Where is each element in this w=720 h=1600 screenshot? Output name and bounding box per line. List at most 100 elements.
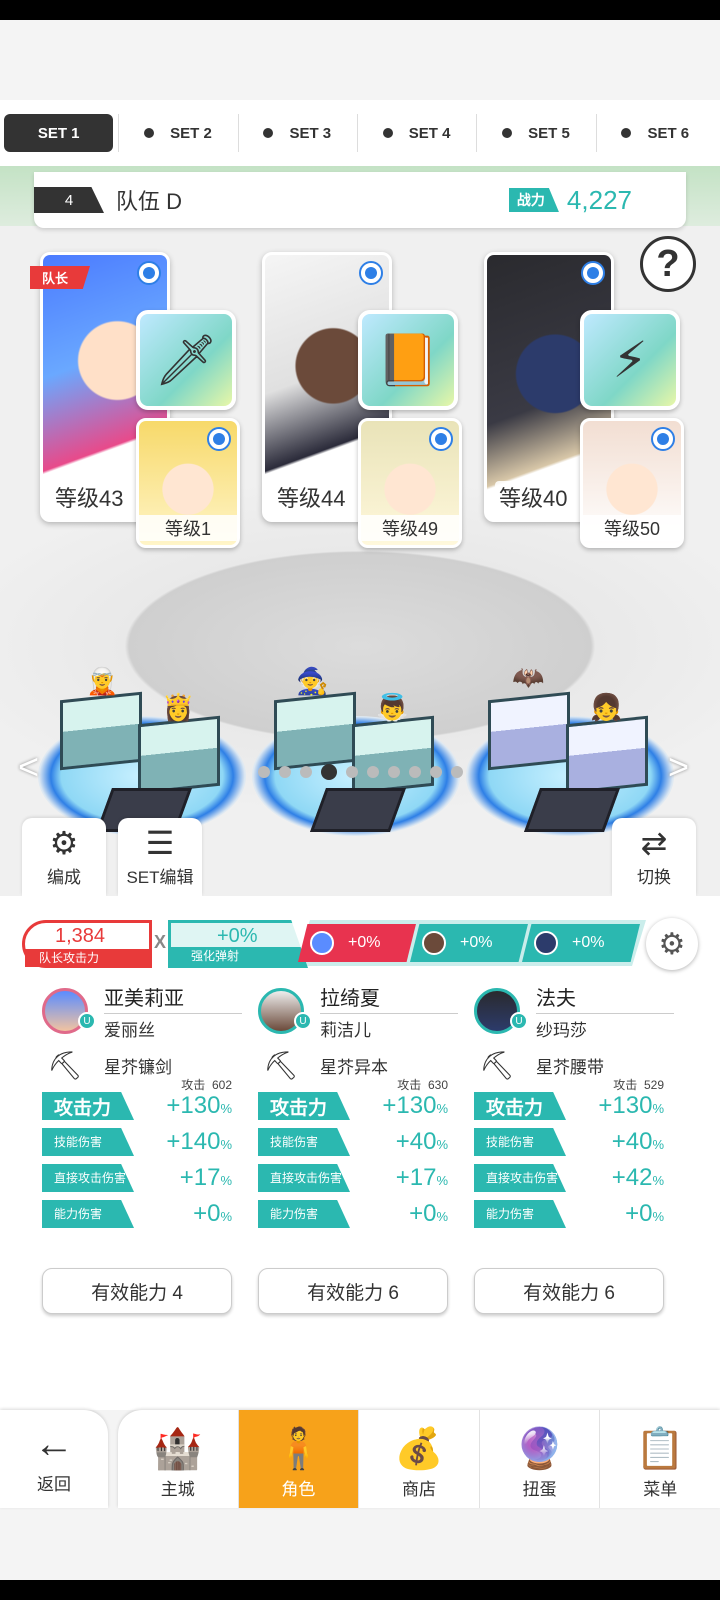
list-icon: ☰: [145, 824, 175, 861]
tab-set-2[interactable]: SET 2: [123, 114, 239, 152]
power-value: 4,227: [566, 184, 632, 215]
character-slot-3: 等级40 ⚡ 等级50: [484, 252, 694, 692]
sub-portrait[interactable]: 等级49: [358, 418, 462, 548]
boost-label: 强化弹射: [171, 947, 305, 965]
stat-value: +42%: [611, 1164, 664, 1191]
select-radio-icon[interactable]: [429, 427, 453, 451]
back-arrow-icon: ←: [34, 1421, 74, 1466]
set-edit-button[interactable]: ☰ SET编辑: [118, 818, 202, 896]
bonus-row: 1,384 队长攻击力 X +0% 强化弹射 +0% +0% +0% ⚙: [18, 918, 718, 970]
equip-name: 星芥异本: [320, 1057, 388, 1077]
select-radio-icon[interactable]: [581, 261, 605, 285]
page-dot[interactable]: [345, 766, 358, 778]
page-dot[interactable]: [320, 764, 337, 780]
page-dot[interactable]: [450, 766, 463, 778]
book-icon: 📙: [376, 331, 440, 388]
character-level: 等级43: [51, 481, 128, 513]
page-dot[interactable]: [299, 766, 312, 778]
multiply-mark: X: [154, 932, 167, 952]
equip-name: 星芥腰带: [536, 1057, 604, 1077]
tab-set-1[interactable]: SET 1: [4, 114, 120, 152]
pedestal-block: [138, 715, 220, 795]
dot-icon: [263, 128, 274, 138]
nav-item-gacha[interactable]: 🔮 扭蛋: [480, 1410, 600, 1508]
power-label: 战力: [508, 188, 559, 212]
equipment-slot[interactable]: 📙: [358, 310, 458, 410]
nav-item-town[interactable]: 🏰 主城: [118, 1410, 238, 1508]
party-scene: 4 队伍 D 战力 4,227 ? 队长 等级43 🗡 等级1 等级44 📙 等…: [0, 166, 720, 896]
page-dot[interactable]: [257, 766, 270, 778]
effective-ability-button-3[interactable]: 有效能力 6: [474, 1268, 664, 1314]
equipment-slot[interactable]: ⚡: [580, 310, 680, 410]
team-name[interactable]: 队伍 D: [116, 184, 509, 216]
leader-attack-value: 1,384: [55, 925, 106, 947]
formation-button[interactable]: ⚙ 编成: [22, 818, 106, 896]
shovel-icon: ⛏: [479, 1049, 515, 1081]
stat-value: +140%: [166, 1128, 232, 1155]
page-dot[interactable]: [278, 766, 291, 778]
switch-button[interactable]: ⇄ 切换: [612, 818, 696, 896]
page-dot[interactable]: [387, 766, 400, 778]
chip-value: +0%: [460, 934, 493, 951]
sub-portrait[interactable]: 等级1: [136, 418, 240, 548]
equipment-slot[interactable]: 🗡: [136, 310, 236, 410]
team-bar: 4 队伍 D 战力 4,227: [34, 172, 686, 228]
sword-icon: 🗡: [154, 331, 218, 388]
dot-icon: [502, 128, 513, 138]
select-radio-icon[interactable]: [137, 261, 161, 285]
set-tabs: SET 1 SET 2 SET 3 SET 4 SET 5 SET 6: [0, 100, 720, 166]
settings-button[interactable]: ⚙: [646, 918, 698, 970]
stat-value: +17%: [395, 1164, 448, 1191]
tab-set-3[interactable]: SET 3: [243, 114, 358, 152]
boost-value: +0%: [217, 925, 258, 947]
nav-label: 主城: [160, 1480, 195, 1499]
stat-value: +130%: [382, 1092, 448, 1119]
page-indicator: [0, 764, 720, 780]
nav-item-shop[interactable]: 💰 商店: [359, 1410, 479, 1508]
select-radio-icon[interactable]: [207, 427, 231, 451]
formation-label: 编成: [47, 867, 81, 887]
tab-set-5[interactable]: SET 5: [481, 114, 597, 152]
stat-label: 能力伤害: [474, 1200, 566, 1228]
shop-bag-icon: 💰: [394, 1427, 444, 1471]
select-radio-icon[interactable]: [651, 427, 675, 451]
back-button[interactable]: ← 返回: [0, 1410, 108, 1508]
tab-set-6[interactable]: SET 6: [601, 114, 710, 152]
belt-icon: ⚡: [612, 332, 648, 388]
stat-value: +40%: [611, 1128, 664, 1155]
set-edit-label: SET编辑: [126, 867, 194, 887]
tab-label: SET 4: [408, 124, 451, 142]
tab-label: SET 1: [37, 124, 80, 142]
nav-item-character[interactable]: 🧍 角色: [238, 1410, 359, 1508]
stat-label: 攻击力: [258, 1092, 350, 1120]
nav-item-menu[interactable]: 📋 菜单: [600, 1410, 720, 1508]
page-dot[interactable]: [429, 766, 442, 778]
tab-label: SET 6: [647, 124, 690, 142]
effective-ability-button-1[interactable]: 有效能力 4: [42, 1268, 232, 1314]
stat-value: +0%: [625, 1200, 664, 1227]
stat-label: 攻击力: [42, 1092, 134, 1120]
stat-value: +130%: [598, 1092, 664, 1119]
member-column-3: U 法夫 纱玛莎 ⛏ 星芥腰带 攻击 529 攻击力 +130% 技能伤害 +4…: [474, 986, 674, 1232]
leader-tag: 队长: [30, 266, 91, 289]
select-radio-icon[interactable]: [359, 261, 383, 285]
stat-value: +0%: [193, 1200, 232, 1227]
stat-value: +130%: [166, 1092, 232, 1119]
effective-ability-button-2[interactable]: 有效能力 6: [258, 1268, 448, 1314]
sub-level: 等级49: [361, 515, 459, 541]
stat-label: 技能伤害: [258, 1128, 350, 1156]
page-dot[interactable]: [366, 766, 379, 778]
team-number: 4: [34, 187, 104, 213]
switch-label: 切换: [637, 867, 671, 887]
member-name: 亚美莉亚: [104, 982, 242, 1014]
page-dot[interactable]: [408, 766, 421, 778]
avatar: [422, 931, 446, 955]
character-slot-1: 队长 等级43 🗡 等级1: [30, 252, 250, 692]
pedestal-block: [488, 691, 570, 771]
sub-level: 等级1: [139, 515, 237, 541]
stat-label: 攻击力: [474, 1092, 566, 1120]
class-badge-icon: U: [294, 1012, 312, 1030]
sub-portrait[interactable]: 等级50: [580, 418, 684, 548]
base-attack: 攻击 529: [613, 1078, 664, 1092]
tab-set-4[interactable]: SET 4: [362, 114, 478, 152]
